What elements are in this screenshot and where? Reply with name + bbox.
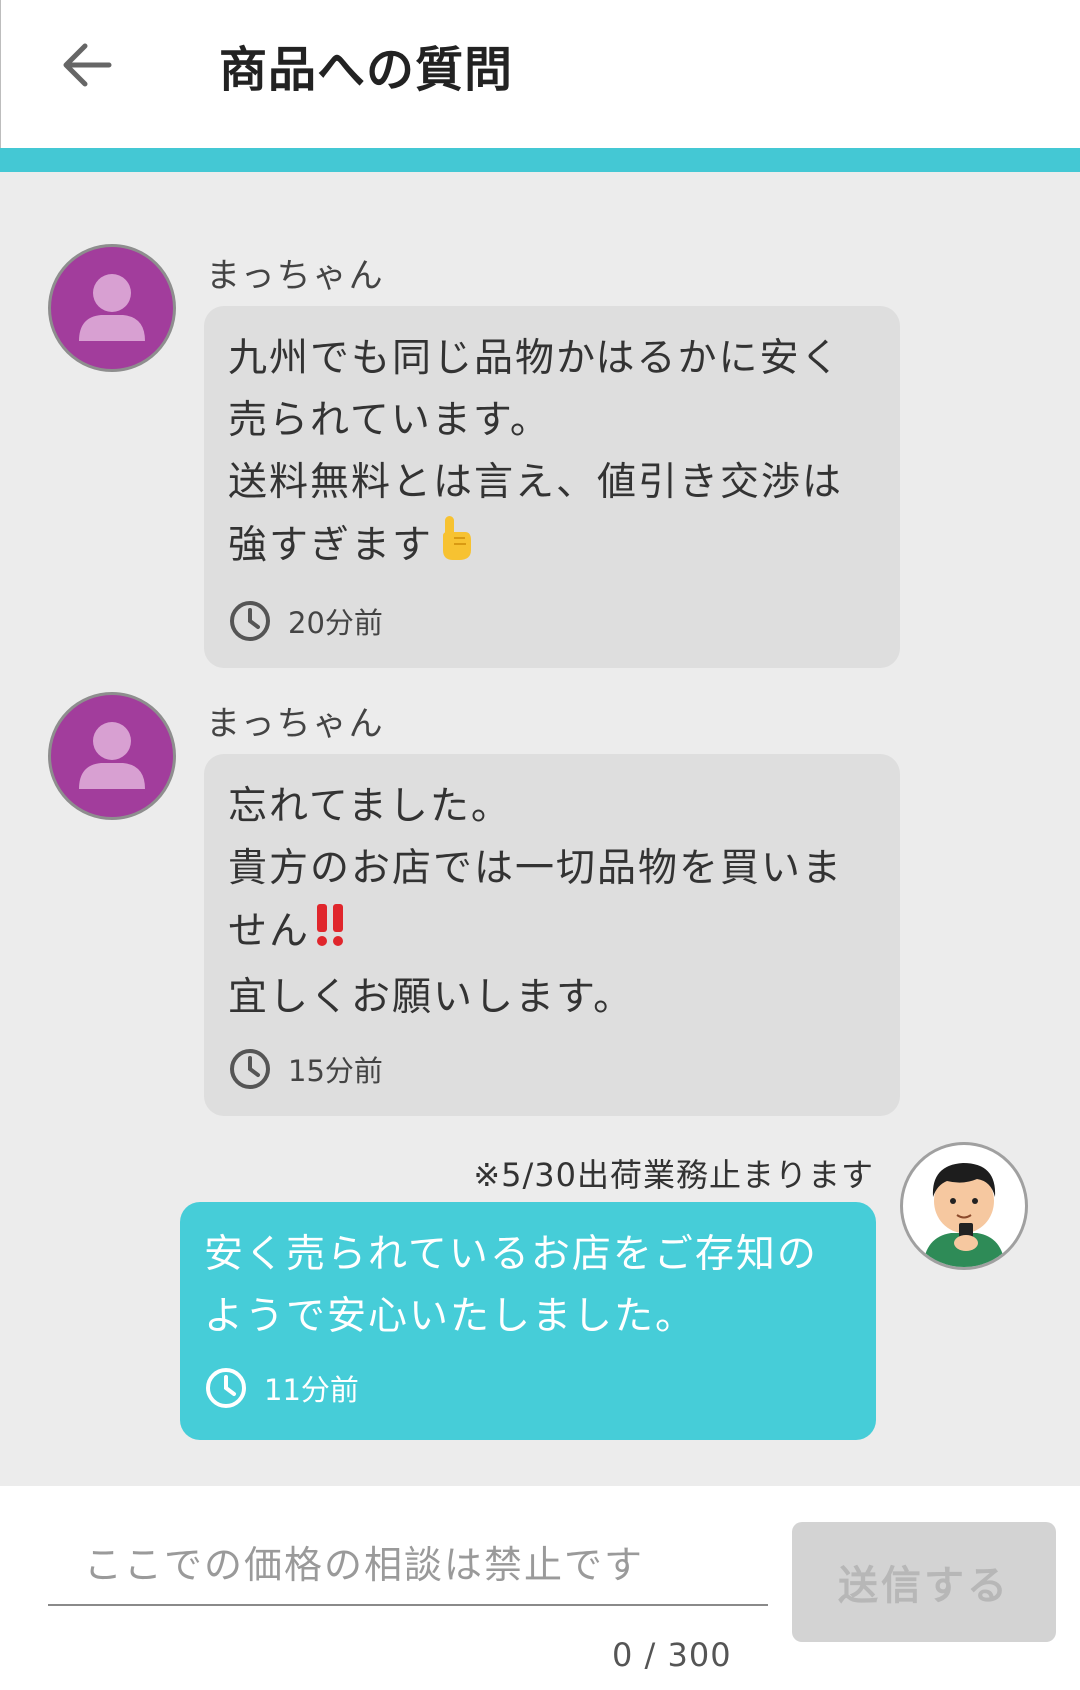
message-line: 九州でも同じ品物かはるかに安く bbox=[228, 336, 842, 381]
clock-icon bbox=[206, 1368, 246, 1408]
message-line: 強すぎます bbox=[228, 514, 876, 581]
user-silhouette-icon bbox=[79, 274, 145, 341]
accent-bar bbox=[0, 148, 1080, 172]
clock-icon bbox=[230, 1049, 270, 1089]
message-bubble: 九州でも同じ品物かはるかに安く 売られています。 送料無料とは言え、値引き交渉は… bbox=[204, 306, 900, 668]
message-line: せん bbox=[228, 900, 876, 967]
timestamp: 15分前 bbox=[288, 1054, 383, 1088]
sender-name: まっちゃん bbox=[206, 704, 385, 744]
clock-icon bbox=[230, 601, 270, 641]
message-line: 売られています。 bbox=[228, 398, 551, 443]
timestamp-row: 20分前 bbox=[228, 599, 876, 643]
user-silhouette-icon bbox=[79, 722, 145, 789]
back-button[interactable] bbox=[53, 32, 119, 98]
message-bubble: 安く売られているお店をご存知の ようで安心いたしました。 11分前 bbox=[180, 1202, 876, 1440]
sender-name: ※5/30出荷業務止まります bbox=[473, 1156, 874, 1194]
arrow-left-icon bbox=[63, 43, 112, 87]
timestamp-row: 15分前 bbox=[228, 1047, 876, 1091]
person-with-phone-icon bbox=[923, 1163, 1005, 1267]
my-avatar[interactable] bbox=[900, 1142, 1028, 1270]
message-line: 安く売られているお店をご存知の bbox=[204, 1232, 818, 1277]
timestamp: 11分前 bbox=[264, 1373, 359, 1407]
sender-name: まっちゃん bbox=[206, 256, 385, 296]
composer-bar: 0 / 300 送信する bbox=[0, 1486, 1080, 1690]
message-text: せん bbox=[228, 909, 311, 954]
message-bubble: 忘れてました。 貴方のお店では一切品物を買いま せん 宜しくお願いします。 15… bbox=[204, 754, 900, 1116]
message-line: 貴方のお店では一切品物を買いま bbox=[228, 846, 844, 891]
message-input[interactable] bbox=[48, 1526, 768, 1606]
page-title: 商品への質問 bbox=[219, 42, 514, 98]
message-text: 強すぎます bbox=[228, 523, 434, 568]
message-line: ようで安心いたしました。 bbox=[204, 1294, 697, 1339]
double-exclamation-icon bbox=[314, 900, 348, 967]
app-header: 商品への質問 bbox=[0, 0, 1080, 148]
avatar[interactable] bbox=[48, 692, 176, 820]
message-line: 宜しくお願いします。 bbox=[228, 975, 635, 1020]
timestamp: 20分前 bbox=[288, 606, 383, 640]
timestamp-row: 11分前 bbox=[204, 1366, 852, 1410]
message-line: 送料無料とは言え、値引き交渉は bbox=[228, 460, 844, 505]
pointing-up-icon bbox=[437, 514, 475, 581]
send-button[interactable]: 送信する bbox=[792, 1522, 1056, 1642]
avatar[interactable] bbox=[48, 244, 176, 372]
character-counter: 0 / 300 bbox=[612, 1636, 732, 1674]
message-line: 忘れてました。 bbox=[228, 784, 512, 829]
